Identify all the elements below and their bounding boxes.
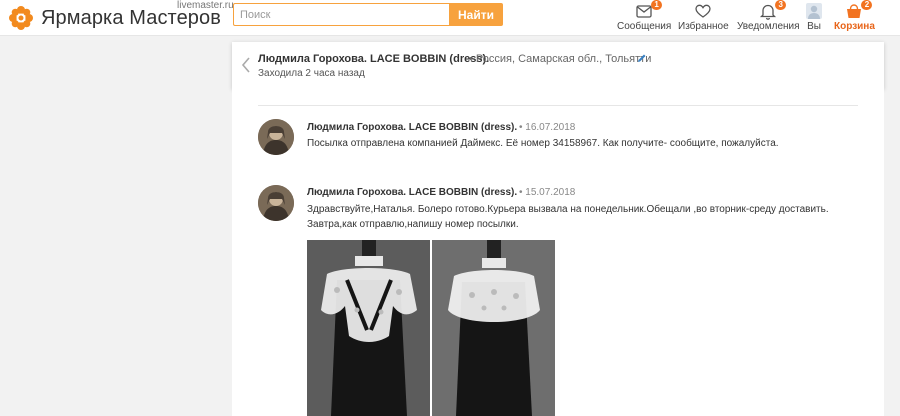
divider: [258, 105, 858, 106]
avatar[interactable]: [258, 119, 294, 155]
nav-messages[interactable]: 1 Сообщения: [617, 0, 671, 36]
heart-icon: [693, 2, 713, 20]
attachment-photo[interactable]: [432, 240, 555, 416]
nav-profile[interactable]: Вы: [804, 0, 824, 36]
message-author[interactable]: Людмила Горохова. LACE BOBBIN (dress).: [307, 187, 517, 198]
nav-messages-label: Сообщения: [617, 21, 672, 32]
message-text: Посылка отправлена компанией Даймекс. Её…: [307, 138, 779, 149]
messages-badge: 1: [651, 0, 663, 10]
pencil-icon[interactable]: [636, 53, 647, 64]
nav-favorites[interactable]: Избранное: [678, 0, 729, 36]
nav-cart-label: Корзина: [834, 21, 875, 32]
avatar[interactable]: [258, 185, 294, 221]
search-input[interactable]: [233, 3, 449, 26]
notifications-badge: 3: [775, 0, 787, 10]
message-date: • 15.07.2018: [519, 187, 576, 198]
top-header: Ярмарка Мастеров livemaster.ru Найти 1 С…: [0, 0, 900, 36]
envelope-icon: 1: [634, 0, 663, 20]
messages-panel: Людмила Горохова. LACE BOBBIN (dress). •…: [232, 89, 884, 416]
flower-logo-icon: [9, 6, 33, 30]
message-text: Здравствуйте,Наталья. Болеро готово.Курь…: [307, 204, 829, 230]
message-author[interactable]: Людмила Горохова. LACE BOBBIN (dress).: [307, 122, 517, 133]
bell-icon: 3: [758, 0, 787, 20]
contact-name[interactable]: Людмила Горохова. LACE BOBBIN (dress).: [258, 53, 489, 65]
contact-status: Заходила 2 часа назад: [258, 68, 365, 79]
conversation-header: Людмила Горохова. LACE BOBBIN (dress). •…: [232, 42, 884, 89]
search-button[interactable]: Найти: [449, 3, 503, 26]
nav-notifications[interactable]: 3 Уведомления: [737, 0, 800, 36]
user-avatar-icon: [804, 2, 824, 20]
back-arrow-icon[interactable]: [238, 55, 254, 75]
attachment-photo[interactable]: [307, 240, 430, 416]
contact-location: • Россия, Самарская обл., Тольятти: [469, 53, 652, 65]
basket-icon: 2: [844, 0, 873, 20]
search-bar: Найти: [233, 3, 503, 26]
nav-profile-label: Вы: [807, 21, 821, 32]
nav-notifications-label: Уведомления: [737, 21, 800, 32]
logo-domain: livemaster.ru: [177, 0, 234, 11]
nav-favorites-label: Избранное: [678, 21, 729, 32]
cart-badge: 2: [861, 0, 873, 10]
message-date: • 16.07.2018: [519, 122, 576, 133]
nav-cart[interactable]: 2 Корзина: [834, 0, 875, 36]
